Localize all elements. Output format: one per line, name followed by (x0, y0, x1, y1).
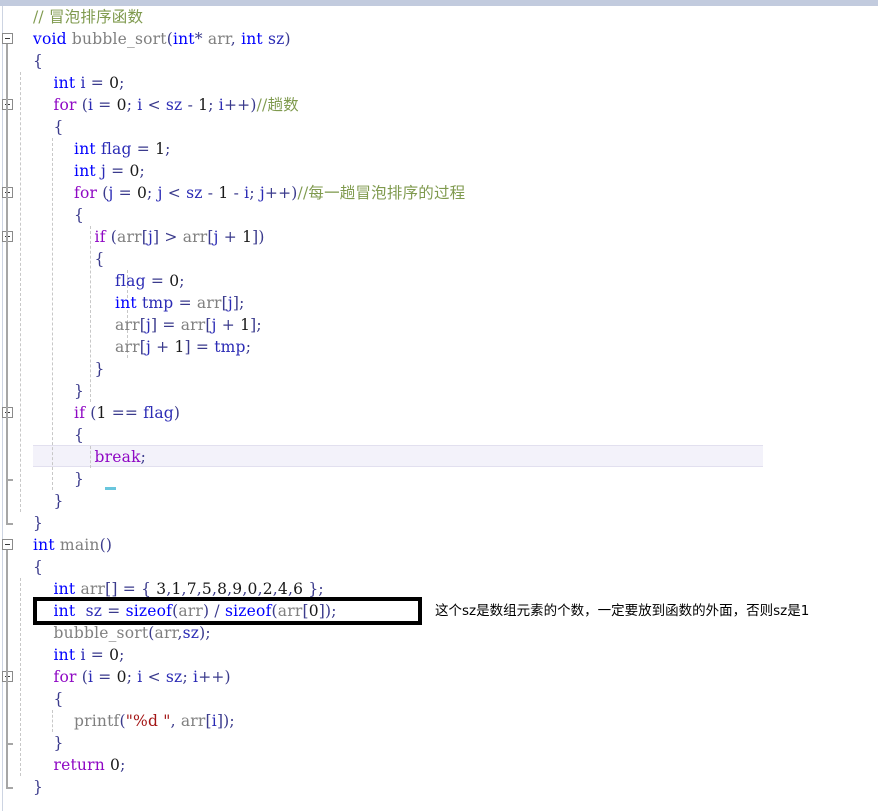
code-line-23[interactable]: } (0, 490, 878, 512)
code-line-2[interactable]: void bubble_sort(int* arr, int sz) (0, 28, 878, 50)
code-text-area[interactable]: // 冒泡排序函数 void bubble_sort(int* arr, int … (0, 6, 878, 811)
code-line-text: } (74, 382, 85, 400)
caret-tick-icon (105, 487, 117, 490)
code-line-text: for (j = 0; j < sz - 1 - i; j++)//每一趟冒泡排… (74, 184, 466, 202)
code-line-text: void bubble_sort(int* arr, int sz) (33, 30, 291, 48)
code-line-7[interactable]: int flag = 1; (0, 138, 878, 160)
code-line-text: for (i = 0; i < sz; i++) (53, 668, 231, 686)
code-line-text: return 0; (53, 756, 126, 774)
annotation-rectangle (33, 597, 422, 625)
code-line-25[interactable]: int main() (0, 534, 878, 556)
code-line-text: } (33, 514, 44, 532)
code-line-text: flag = 0; (115, 272, 185, 290)
code-line-text: } (94, 360, 105, 378)
code-line-text: if (1 == flag) (74, 404, 181, 422)
code-line-6[interactable]: { (0, 116, 878, 138)
code-line-text: { (74, 206, 85, 224)
code-line-20[interactable]: { (0, 424, 878, 446)
code-line-text: break; (94, 448, 147, 466)
code-line-21[interactable]: break; (0, 446, 878, 468)
code-line-11[interactable]: if (arr[j] > arr[j + 1]) (0, 226, 878, 248)
code-line-text: } (53, 492, 64, 510)
code-line-32[interactable]: { (0, 688, 878, 710)
code-line-text: } (53, 734, 64, 752)
side-note-text: 这个sz是数组元素的个数，一定要放到函数的外面，否则sz是1 (435, 603, 810, 619)
code-line-text: } (33, 778, 44, 796)
code-line-text: { (53, 690, 64, 708)
code-line-text: { (33, 558, 44, 576)
code-line-26[interactable]: { (0, 556, 878, 578)
code-line-text: { (74, 426, 85, 444)
code-line-10[interactable]: { (0, 204, 878, 226)
code-line-36[interactable]: } (0, 776, 878, 798)
code-line-22[interactable]: } (0, 468, 878, 490)
code-line-17[interactable]: } (0, 358, 878, 380)
code-line-text: for (i = 0; i < sz - 1; i++)//趟数 (53, 96, 299, 114)
code-line-16[interactable]: arr[j + 1] = tmp; (0, 336, 878, 358)
code-line-35[interactable]: return 0; (0, 754, 878, 776)
code-line-12[interactable]: { (0, 248, 878, 270)
code-line-text: int i = 0; (53, 646, 125, 664)
code-line-18[interactable]: } (0, 380, 878, 402)
code-line-text: { (94, 250, 105, 268)
code-line-3[interactable]: { (0, 50, 878, 72)
code-line-24[interactable]: } (0, 512, 878, 534)
code-line-text: bubble_sort(arr,sz); (53, 624, 211, 642)
code-line-31[interactable]: for (i = 0; i < sz; i++) (0, 666, 878, 688)
code-line-text: { (33, 52, 44, 70)
code-line-19[interactable]: if (1 == flag) (0, 402, 878, 424)
code-line-34[interactable]: } (0, 732, 878, 754)
code-line-15[interactable]: arr[j] = arr[j + 1]; (0, 314, 878, 336)
code-line-13[interactable]: flag = 0; (0, 270, 878, 292)
code-line-text: printf("%d ", arr[i]); (74, 712, 235, 730)
code-line-33[interactable]: printf("%d ", arr[i]); (0, 710, 878, 732)
code-line-text: int flag = 1; (74, 140, 171, 158)
code-line-30[interactable]: int i = 0; (0, 644, 878, 666)
code-line-text: } (74, 470, 85, 488)
code-line-text: arr[j + 1] = tmp; (115, 338, 252, 356)
code-line-14[interactable]: int tmp = arr[j]; (0, 292, 878, 314)
code-line-text: int tmp = arr[j]; (115, 294, 245, 312)
code-line-text: int j = 0; (74, 162, 145, 180)
code-line-text: { (53, 118, 64, 136)
code-line-5[interactable]: for (i = 0; i < sz - 1; i++)//趟数 (0, 94, 878, 116)
code-line-text: int i = 0; (53, 74, 125, 92)
code-line-4[interactable]: int i = 0; (0, 72, 878, 94)
code-line-29[interactable]: bubble_sort(arr,sz); (0, 622, 878, 644)
code-line-9[interactable]: for (j = 0; j < sz - 1 - i; j++)//每一趟冒泡排… (0, 182, 878, 204)
code-line-text: int main() (33, 536, 113, 554)
code-editor: // 冒泡排序函数 void bubble_sort(int* arr, int … (0, 0, 878, 811)
code-line-text: if (arr[j] > arr[j + 1]) (94, 228, 265, 246)
code-line-text: arr[j] = arr[j + 1]; (115, 316, 262, 334)
code-line-1[interactable]: // 冒泡排序函数 (0, 6, 878, 28)
code-line-8[interactable]: int j = 0; (0, 160, 878, 182)
code-line-text: // 冒泡排序函数 (33, 8, 144, 26)
